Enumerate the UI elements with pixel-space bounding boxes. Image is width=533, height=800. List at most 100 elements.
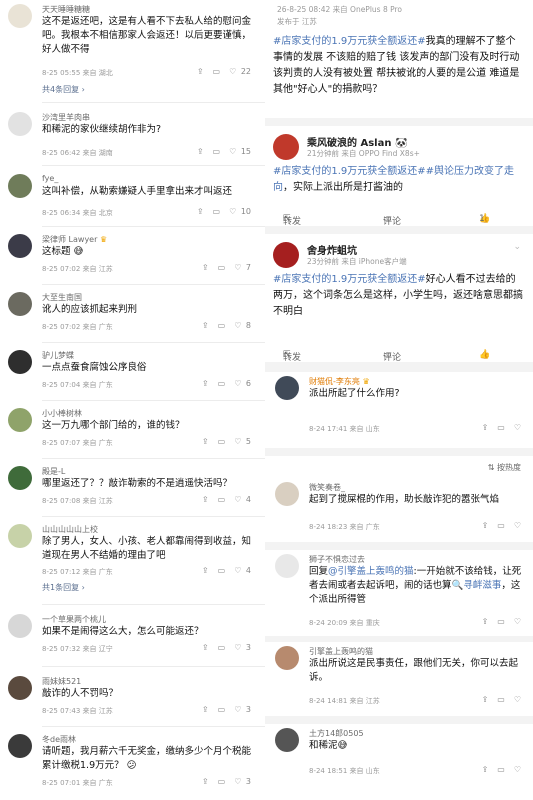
avatar[interactable] — [8, 466, 32, 490]
like-icon[interactable]: ♡ — [514, 765, 521, 774]
like-icon[interactable]: ♡ — [234, 495, 241, 504]
like-icon[interactable]: ♡ — [229, 67, 236, 76]
share-icon[interactable]: ⇪ — [197, 67, 204, 76]
share-icon[interactable]: ⇪ — [202, 321, 209, 330]
share-icon[interactable]: ⇪ — [482, 423, 489, 432]
mention-link[interactable]: @引擎盖上轰鸣的猫 — [328, 566, 414, 577]
comment-icon[interactable]: ▭ — [213, 147, 221, 156]
comment-icon[interactable]: ▭ — [497, 423, 505, 432]
share-icon[interactable]: ⇪ — [202, 643, 209, 652]
commenter-name[interactable]: 冬de雨林 — [42, 734, 76, 745]
view-replies-link[interactable]: 共4条回复 › — [42, 84, 85, 95]
avatar[interactable] — [8, 676, 32, 700]
like-icon[interactable]: ♡ — [234, 643, 241, 652]
avatar[interactable] — [8, 4, 32, 28]
share-icon[interactable]: ⇪ — [482, 695, 489, 704]
share-icon[interactable]: ⇪ — [202, 437, 209, 446]
like-icon[interactable]: ♡ — [229, 207, 236, 216]
share-icon[interactable]: ⇪ — [202, 263, 209, 272]
view-replies-link[interactable]: 共1条回复 › — [42, 582, 85, 593]
share-icon[interactable]: ⇪ — [202, 379, 209, 388]
like-icon[interactable]: ♡ — [514, 695, 521, 704]
commenter-name[interactable]: 沙湾里羊肉串 — [42, 112, 90, 123]
avatar[interactable] — [275, 482, 299, 506]
share-icon[interactable]: ⇪ — [482, 617, 489, 626]
commenter-name[interactable]: 驴儿梦蝶 — [42, 350, 74, 361]
avatar[interactable] — [8, 614, 32, 638]
comment-icon[interactable]: ▭ — [497, 695, 505, 704]
like-icon[interactable]: ♡ — [234, 321, 241, 330]
comment-icon[interactable]: ▭ — [213, 67, 221, 76]
share-icon[interactable]: ⇪ — [202, 777, 209, 786]
comment-icon[interactable]: ▭ — [218, 437, 226, 446]
avatar[interactable] — [273, 242, 299, 268]
comment-icon[interactable]: ▭ — [497, 617, 505, 626]
like-icon[interactable]: ♡ — [514, 617, 521, 626]
commenter-name[interactable]: 引擎盖上轰鸣的猫 — [309, 646, 373, 657]
comment-icon[interactable]: ▭ — [497, 765, 505, 774]
post-card[interactable]: 26-8-25 08:42 来自 OnePlus 8 Pro 发布于 江苏 #店… — [265, 0, 533, 118]
avatar[interactable] — [275, 646, 299, 670]
commenter-name[interactable]: 大至生南国 — [42, 292, 82, 303]
comment-icon[interactable]: ▭ — [218, 379, 226, 388]
avatar[interactable] — [273, 134, 299, 160]
like-icon[interactable]: ♡ — [234, 566, 241, 575]
commenter-name[interactable]: 一个草果两个桃儿 — [42, 614, 106, 625]
commenter-name[interactable]: fye_ — [42, 174, 58, 183]
commenter-name[interactable]: 狮子不惧恋过去 — [309, 554, 365, 565]
like-icon[interactable]: ♡ — [514, 423, 521, 432]
like-icon[interactable]: ♡ — [234, 777, 241, 786]
comment-icon[interactable]: ▭ — [213, 207, 221, 216]
share-icon[interactable]: ⇪ — [202, 566, 209, 575]
comment-icon[interactable]: ▭ — [218, 495, 226, 504]
avatar[interactable] — [8, 174, 32, 198]
avatar[interactable] — [8, 234, 32, 258]
commenter-name[interactable]: 雨妹妹521 — [42, 676, 81, 687]
commenter-name[interactable]: 梁律师 Lawyer ♛ — [42, 234, 107, 245]
commenter-name[interactable]: 土方14郎0505 — [309, 728, 364, 739]
avatar[interactable] — [275, 376, 299, 400]
search-link[interactable]: 🔍寻衅滋事 — [452, 580, 502, 591]
post-card[interactable]: 舍身炸蛆坑 ⌄ 23分钟前 来自 iPhone客户端 #店家支付的1.9万元获全… — [265, 234, 533, 344]
comment-icon[interactable]: ▭ — [218, 705, 226, 714]
comment-icon[interactable]: ▭ — [218, 321, 226, 330]
hashtag-link[interactable]: #店家支付的1.9万元获全额返还# — [273, 36, 426, 47]
comment-icon[interactable]: ▭ — [218, 643, 226, 652]
avatar[interactable] — [8, 112, 32, 136]
avatar[interactable] — [8, 408, 32, 432]
commenter-name[interactable]: 财猫侃-李东亮 ♛ — [309, 376, 370, 387]
commenter-name[interactable]: 微笑奏卷_ — [309, 482, 345, 493]
author-name[interactable]: 乘风破浪的 Aslan 🐼 — [307, 134, 407, 149]
avatar[interactable] — [8, 524, 32, 548]
avatar[interactable] — [8, 350, 32, 374]
commenter-name[interactable]: 殿是-L — [42, 466, 65, 477]
commenter-name[interactable]: 山山山山山上校 — [42, 524, 98, 535]
like-icon[interactable]: ♡ — [234, 437, 241, 446]
like-icon[interactable]: ♡ — [234, 263, 241, 272]
hashtag-link[interactable]: #店家支付的1.9万元获全额返还# — [273, 166, 426, 177]
like-icon[interactable]: ♡ — [234, 705, 241, 714]
avatar[interactable] — [8, 734, 32, 758]
like-icon[interactable]: ♡ — [514, 521, 521, 530]
share-icon[interactable]: ⇪ — [197, 147, 204, 156]
comment-icon[interactable]: ▭ — [497, 521, 505, 530]
share-icon[interactable]: ⇪ — [202, 705, 209, 714]
share-icon[interactable]: ⇪ — [197, 207, 204, 216]
share-icon[interactable]: ⇪ — [202, 495, 209, 504]
author-name[interactable]: 舍身炸蛆坑 — [307, 242, 357, 257]
share-icon[interactable]: ⇪ — [482, 765, 489, 774]
avatar[interactable] — [275, 554, 299, 578]
comment-icon[interactable]: ▭ — [218, 263, 226, 272]
like-icon[interactable]: ♡ — [229, 147, 236, 156]
hashtag-link[interactable]: #店家支付的1.9万元获全额返还# — [273, 274, 426, 285]
share-icon[interactable]: ⇪ — [482, 521, 489, 530]
commenter-name[interactable]: 小小棒树林 — [42, 408, 82, 419]
commenter-name[interactable]: 天天睡睡糖糖 — [42, 4, 90, 15]
avatar[interactable] — [275, 728, 299, 752]
sort-by-hot-button[interactable]: ⇅ 按热度 — [488, 462, 521, 473]
comment-icon[interactable]: ▭ — [218, 566, 226, 575]
comment-icon[interactable]: ▭ — [218, 777, 226, 786]
chevron-down-icon[interactable]: ⌄ — [513, 242, 521, 252]
like-icon[interactable]: ♡ — [234, 379, 241, 388]
avatar[interactable] — [8, 292, 32, 316]
